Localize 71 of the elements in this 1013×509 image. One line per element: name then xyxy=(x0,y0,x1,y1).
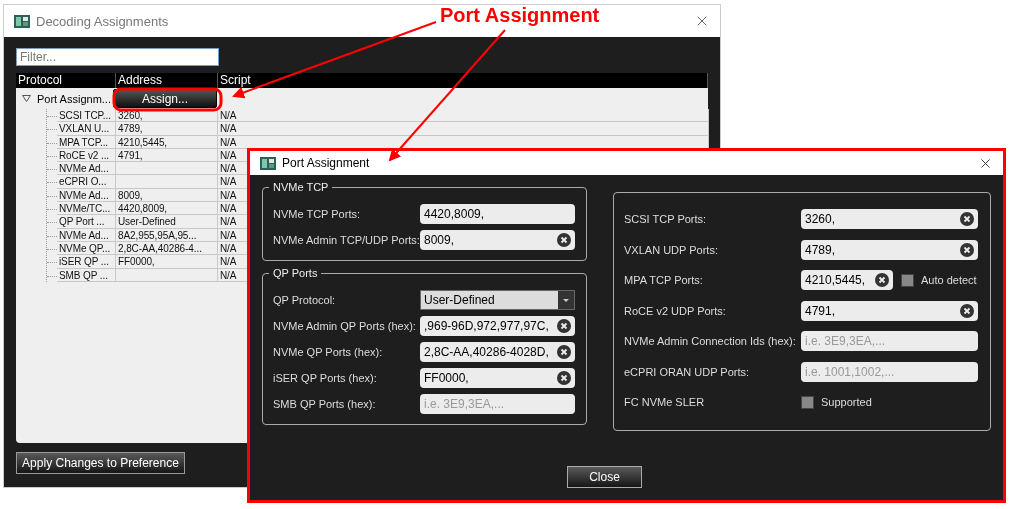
column-header[interactable]: Protocol xyxy=(16,73,116,88)
field-label: FC NVMe SLER xyxy=(624,396,706,408)
table-cell: 4791, xyxy=(116,148,218,163)
clear-icon[interactable] xyxy=(557,319,571,333)
protocol-dropdown[interactable]: User-Defined xyxy=(420,290,575,310)
close-button[interactable]: Close xyxy=(567,465,642,488)
field-label: NVMe Admin QP Ports (hex): xyxy=(273,320,417,332)
table-cell: SMB QP ... xyxy=(57,268,116,282)
clear-icon[interactable] xyxy=(875,273,889,287)
table-cell: RoCE v2 ... xyxy=(57,148,116,163)
table-cell: NVMe Ad... xyxy=(57,188,116,203)
port-field[interactable]: 4420,8009, xyxy=(420,204,575,224)
clear-icon[interactable] xyxy=(960,303,974,318)
checkbox-label: Auto detect xyxy=(921,274,977,286)
table-cell: NVMe Ad... xyxy=(57,162,116,176)
table-cell: 4789, xyxy=(116,122,218,136)
field-label: QP Protocol: xyxy=(273,294,337,306)
table-cell: MPA TCP... xyxy=(57,135,116,149)
clear-icon[interactable] xyxy=(557,233,571,247)
clear-icon[interactable] xyxy=(960,212,974,226)
table-cell: iSER QP ... xyxy=(57,255,116,269)
table-cell: 2,8C-AA,40286-4... xyxy=(116,241,218,256)
column-header[interactable]: Address xyxy=(116,73,218,88)
field-label: NVMe Admin Connection Ids (hex): xyxy=(624,335,797,347)
port-field[interactable]: 4789, xyxy=(801,239,978,260)
filter-field[interactable]: Filter... xyxy=(16,48,219,66)
table-cell: NVMe Ad... xyxy=(57,228,116,242)
field-label: RoCE v2 UDP Ports: xyxy=(624,304,727,317)
port-field[interactable]: 4791, xyxy=(801,300,978,321)
field-label: eCPRI ORAN UDP Ports: xyxy=(624,365,751,378)
port-field[interactable]: 2,8C-AA,40286-4028D, xyxy=(420,342,575,362)
clear-icon[interactable] xyxy=(557,371,571,385)
callout-text: Port Assignment xyxy=(440,4,600,27)
table-cell: eCPRI O... xyxy=(57,175,116,189)
table-cell: QP Port ... xyxy=(57,215,116,229)
app-icon xyxy=(14,14,30,28)
apply-button[interactable]: Apply Changes to Preference xyxy=(16,452,185,474)
table-cell: FF0000, xyxy=(116,255,218,269)
column-header[interactable]: Script xyxy=(218,73,708,88)
window-title: Decoding Assignments xyxy=(36,13,169,29)
field-label: SCSI TCP Ports: xyxy=(624,213,708,225)
field-label: iSER QP Ports (hex): xyxy=(273,372,378,384)
field-label: NVMe QP Ports (hex): xyxy=(273,346,384,358)
tree-item[interactable]: Port Assignm... xyxy=(37,92,113,105)
table-cell: SCSI TCP... xyxy=(57,109,116,123)
table-cell: NVMe/TC... xyxy=(57,202,116,216)
port-field[interactable]: FF0000, xyxy=(420,368,575,388)
table-cell: 3260, xyxy=(116,109,218,123)
checkbox-label: Supported xyxy=(821,396,872,408)
table-cell: N/A xyxy=(218,109,709,123)
port-field[interactable]: ,969-96D,972,977,97C, xyxy=(420,316,575,336)
group-title: NVMe TCP xyxy=(269,180,333,194)
table-cell: VXLAN U... xyxy=(57,122,116,136)
app-icon xyxy=(260,156,276,170)
table-cell: N/A xyxy=(218,122,709,136)
checkbox[interactable] xyxy=(901,273,914,287)
table-cell: 4420,8009, xyxy=(116,202,218,216)
group-title: QP Ports xyxy=(269,266,322,280)
table-cell: 8A2,955,95A,95... xyxy=(116,228,218,242)
table-cell: 8009, xyxy=(116,188,218,203)
port-field[interactable]: 8009, xyxy=(420,230,575,250)
clear-icon[interactable] xyxy=(960,242,974,257)
checkbox[interactable] xyxy=(801,395,814,409)
collapse-triangle-icon[interactable] xyxy=(22,95,31,102)
table-cell: 4210,5445, xyxy=(116,135,218,149)
port-field[interactable]: 3260, xyxy=(801,209,978,229)
table-cell: NVMe QP... xyxy=(57,241,116,256)
port-field[interactable]: 4210,5445, xyxy=(801,270,893,290)
clear-icon[interactable] xyxy=(557,345,571,359)
table-cell: User-Defined xyxy=(116,215,218,229)
field-label: SMB QP Ports (hex): xyxy=(273,398,377,410)
